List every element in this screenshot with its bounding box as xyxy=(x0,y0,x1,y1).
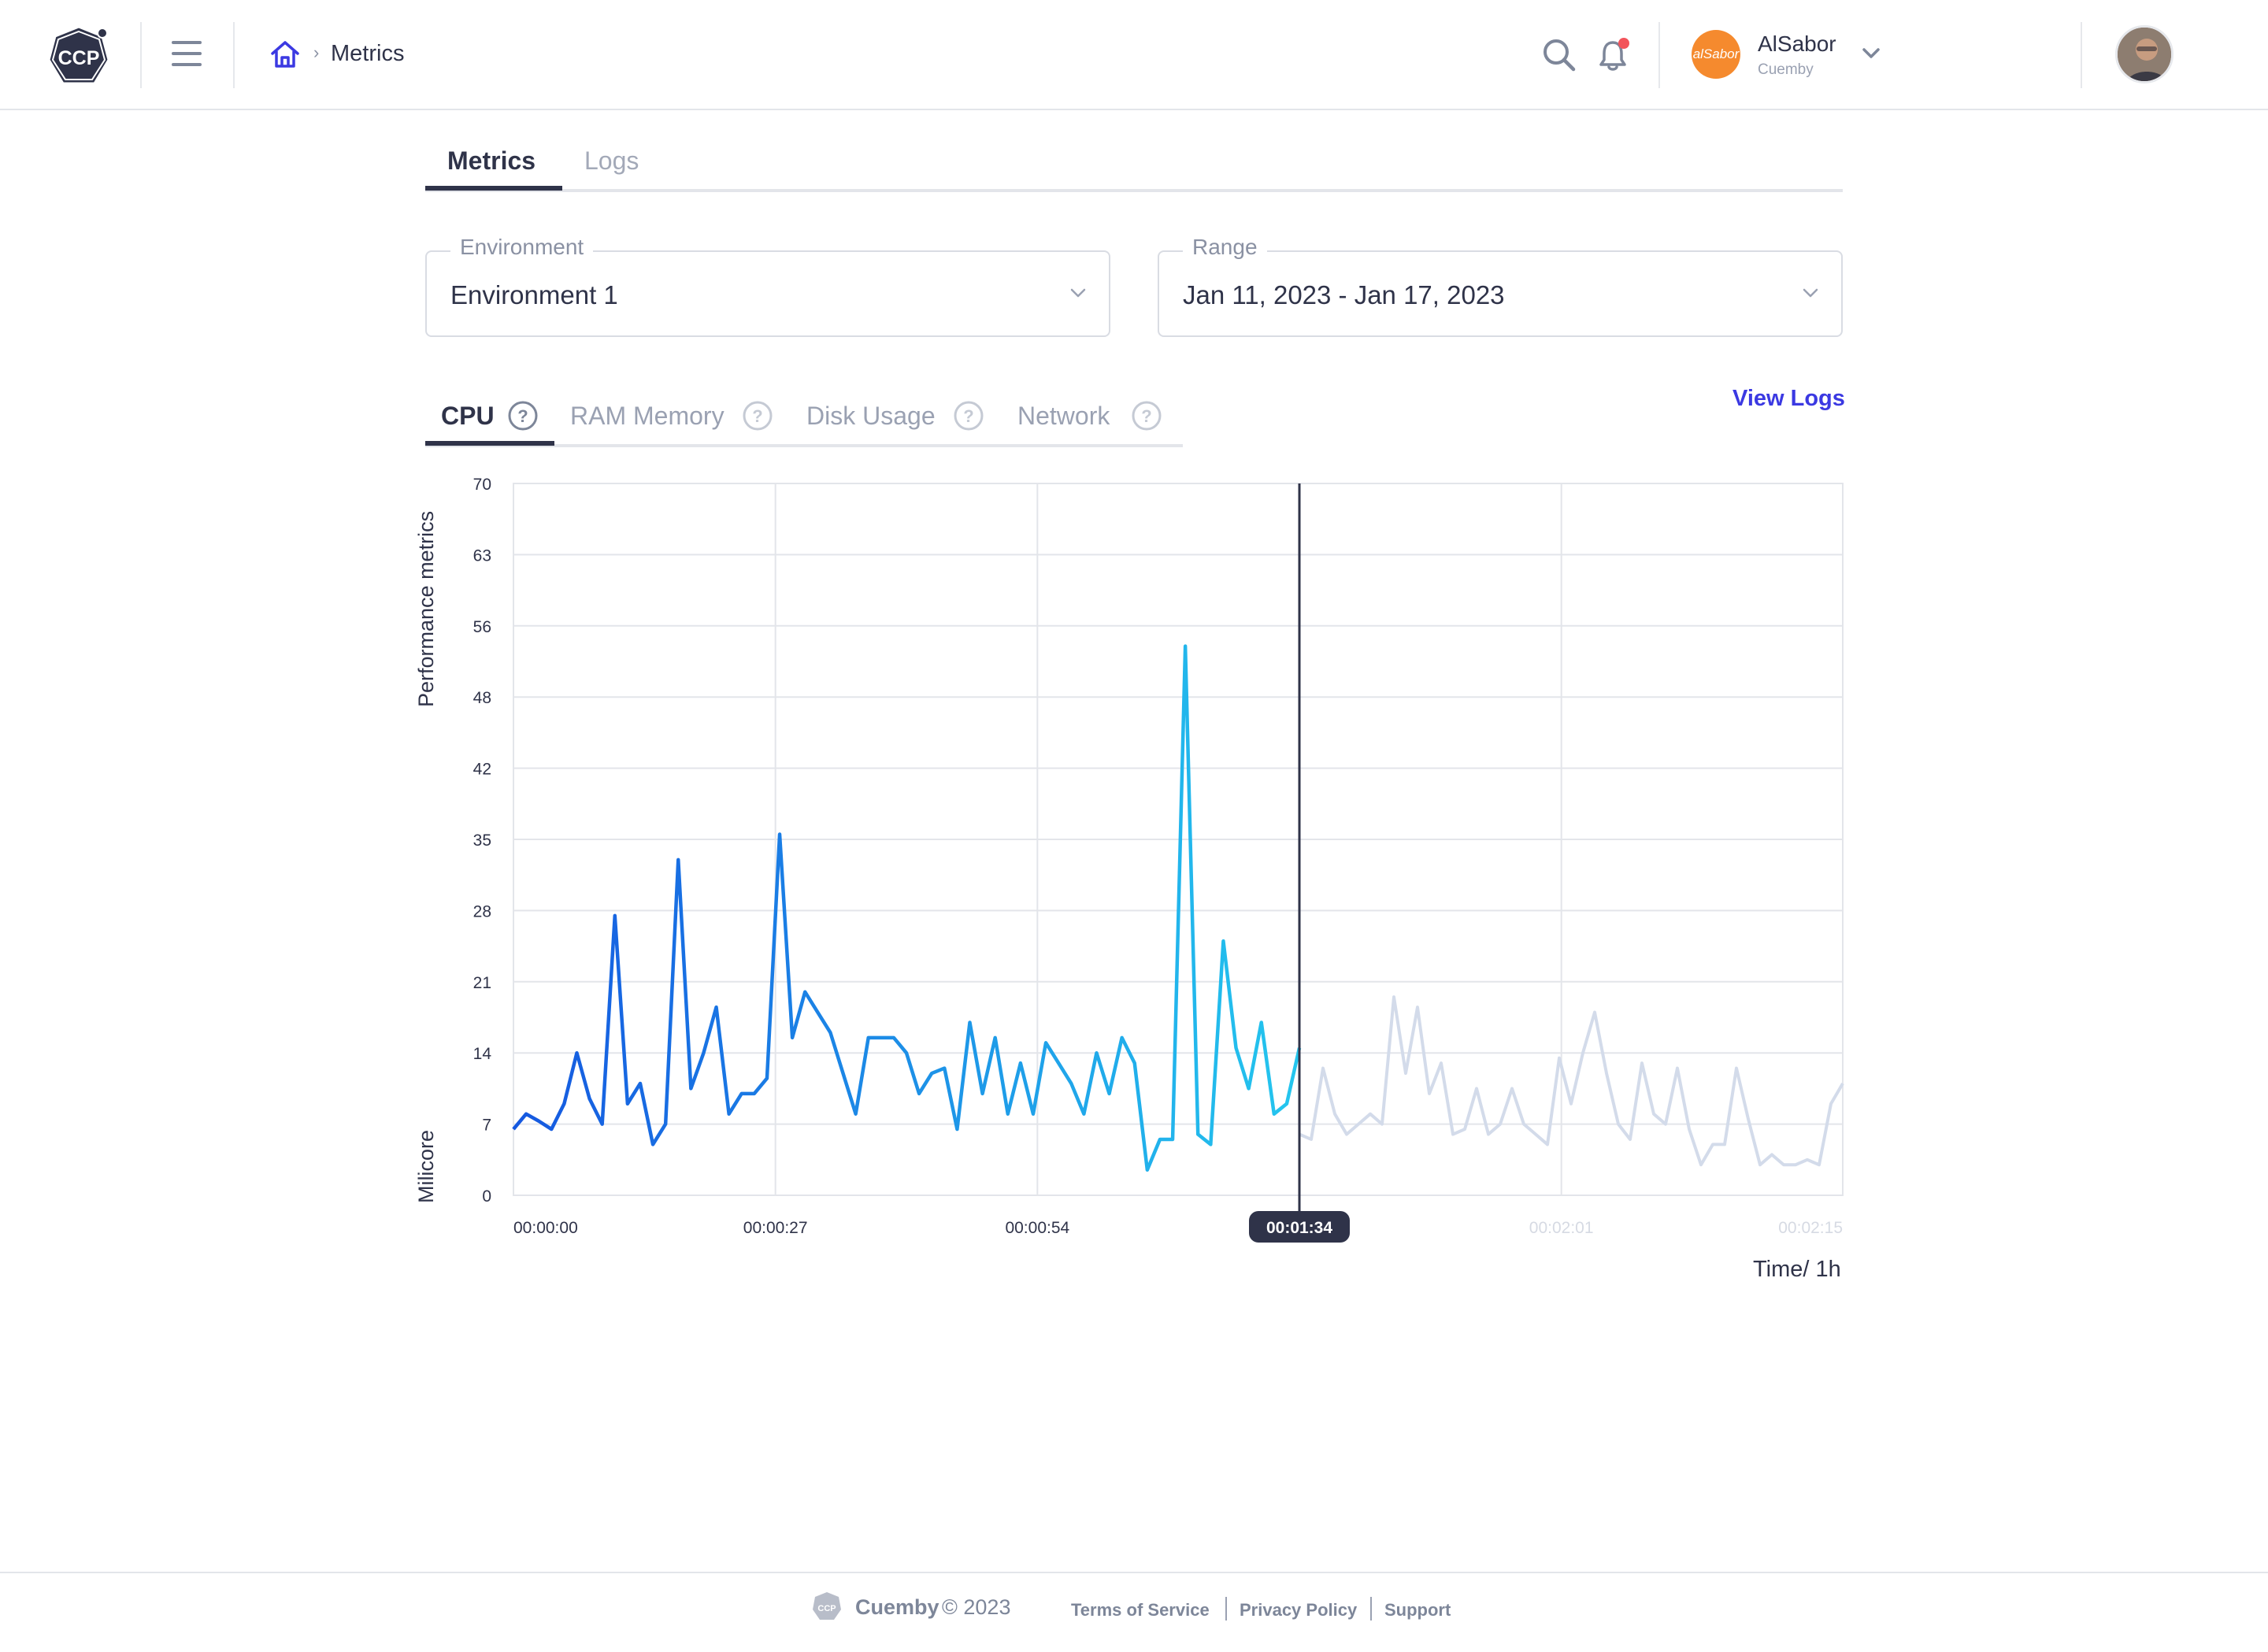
breadcrumb-chevron-icon: › xyxy=(313,43,320,62)
tab-metrics[interactable]: Metrics xyxy=(447,146,536,176)
footer-copyright: © 2023 xyxy=(942,1595,1011,1619)
cuemby-logo-icon: CCP xyxy=(813,1592,841,1620)
environment-label: Environment xyxy=(450,235,594,260)
y-tick-label: 56 xyxy=(473,618,491,636)
top-header: CCP › Metrics alSabor AlSabor Cuemby xyxy=(0,0,2268,110)
help-icon[interactable]: ? xyxy=(742,400,773,432)
help-icon[interactable]: ? xyxy=(507,400,539,432)
tab-logs[interactable]: Logs xyxy=(584,146,639,176)
hamburger-menu-icon[interactable] xyxy=(172,41,203,68)
series-line-cpu xyxy=(512,644,1302,1172)
x-tick-label: 00:01:34 xyxy=(1266,1219,1332,1237)
y-tick-label: 63 xyxy=(473,546,491,565)
org-logo[interactable]: alSabor xyxy=(1692,30,1740,79)
header-divider xyxy=(1658,22,1660,88)
ccp-logo-icon[interactable]: CCP xyxy=(46,24,112,90)
view-logs-link[interactable]: View Logs xyxy=(1732,386,1845,412)
tab-cpu[interactable]: CPU xyxy=(441,402,495,431)
y-tick-label: 48 xyxy=(473,689,491,707)
y-tick-label: 70 xyxy=(473,476,491,494)
y-axis-label-top: Performance metrics xyxy=(414,510,438,707)
svg-text:?: ? xyxy=(963,406,973,426)
range-select[interactable]: Range Jan 11, 2023 - Jan 17, 2023 xyxy=(1158,235,1843,337)
chevron-down-icon xyxy=(1803,288,1818,298)
environment-value: Environment 1 xyxy=(450,280,618,309)
y-tick-label: 42 xyxy=(473,761,491,779)
logo-text: CCP xyxy=(58,47,100,69)
range-value: Jan 11, 2023 - Jan 17, 2023 xyxy=(1183,280,1505,309)
notification-dot xyxy=(1618,38,1629,49)
header-divider xyxy=(140,22,142,88)
org-name[interactable]: AlSabor xyxy=(1758,31,1836,57)
search-icon[interactable] xyxy=(1542,38,1577,72)
footer-divider xyxy=(1225,1597,1227,1621)
help-icon[interactable]: ? xyxy=(953,400,984,432)
active-metric-indicator xyxy=(425,441,554,446)
page-footer: CCP Cuemby © 2023 Terms of Service Priva… xyxy=(0,1572,2268,1652)
notification-bell-icon[interactable] xyxy=(1597,36,1632,72)
home-icon[interactable] xyxy=(269,39,301,69)
avatar-image xyxy=(2118,28,2171,81)
range-label: Range xyxy=(1183,235,1267,260)
chevron-down-icon xyxy=(1070,288,1086,298)
environment-select[interactable]: Environment Environment 1 xyxy=(425,235,1110,337)
active-tab-indicator xyxy=(425,186,562,191)
x-tick-label: 00:00:54 xyxy=(1005,1219,1069,1237)
breadcrumb-current: Metrics xyxy=(331,41,405,66)
privacy-policy-link[interactable]: Privacy Policy xyxy=(1240,1600,1357,1621)
user-avatar[interactable] xyxy=(2115,25,2174,83)
y-tick-label: 35 xyxy=(473,832,491,850)
header-divider xyxy=(2081,22,2082,88)
y-tick-label: 21 xyxy=(473,974,491,992)
svg-text:?: ? xyxy=(1141,406,1151,426)
metric-tabs: CPU ? RAM Memory ? Disk Usage ? Network … xyxy=(425,389,1183,447)
svg-text:?: ? xyxy=(752,406,762,426)
terms-of-service-link[interactable]: Terms of Service xyxy=(1071,1600,1210,1621)
x-tick-label: 00:00:27 xyxy=(743,1219,808,1237)
footer-brand: Cuemby xyxy=(855,1595,939,1619)
support-link[interactable]: Support xyxy=(1384,1600,1451,1621)
svg-text:CCP: CCP xyxy=(817,1604,836,1613)
page-tabs: Metrics Logs xyxy=(425,134,1843,192)
svg-text:?: ? xyxy=(517,406,528,426)
y-axis-label-bottom: Milicore xyxy=(414,1129,438,1203)
chevron-down-icon[interactable] xyxy=(1860,46,1882,61)
org-subtitle: Cuemby xyxy=(1758,61,1814,78)
series-line-future xyxy=(1299,995,1844,1167)
tab-network[interactable]: Network xyxy=(1017,402,1110,431)
y-tick-label: 0 xyxy=(482,1187,491,1206)
footer-divider xyxy=(1370,1597,1372,1621)
x-tick-label: 00:02:01 xyxy=(1529,1219,1594,1237)
y-tick-label: 7 xyxy=(482,1117,491,1135)
y-tick-label: 28 xyxy=(473,902,491,920)
x-tick-label: 00:02:15 xyxy=(1778,1219,1843,1237)
header-divider xyxy=(233,22,235,88)
tab-ram-memory[interactable]: RAM Memory xyxy=(570,402,724,431)
help-icon[interactable]: ? xyxy=(1131,400,1162,432)
cpu-line-chart: 7063564842352821147000:00:00 00:00:27 00:0… xyxy=(473,476,1844,1243)
tab-disk-usage[interactable]: Disk Usage xyxy=(806,402,936,431)
y-tick-label: 14 xyxy=(473,1045,492,1063)
x-tick-label: 00:00:00 xyxy=(513,1219,578,1237)
x-axis-label: Time/ 1h xyxy=(1753,1257,1841,1282)
